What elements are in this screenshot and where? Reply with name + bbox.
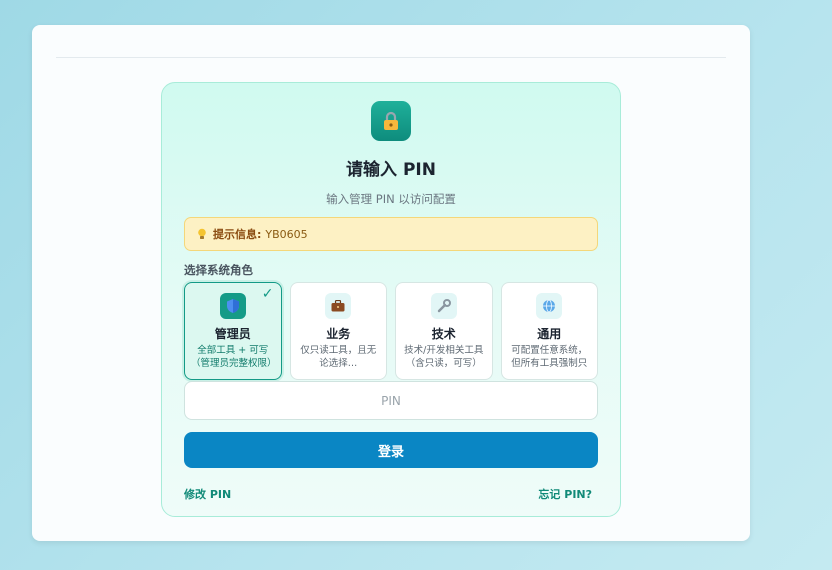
- wrench-icon: [430, 293, 457, 319]
- globe-icon: [536, 293, 563, 319]
- role-desc: 可配置任意系统，但所有工具强制只读: [511, 345, 588, 369]
- role-name: 管理员: [214, 327, 251, 341]
- role-desc: 全部工具 + 可写（管理员完整权限）: [191, 345, 275, 369]
- login-card: 请输入 PIN 输入管理 PIN 以访问配置 提示信息: YB0605 选择系统…: [161, 82, 621, 517]
- shield-icon: [219, 293, 246, 319]
- forgot-pin-link[interactable]: 忘记 PIN?: [538, 486, 592, 502]
- header-divider: [56, 57, 726, 58]
- hint-label: 提示信息:: [213, 228, 262, 241]
- role-section-label: 选择系统角色: [184, 263, 253, 277]
- hint-banner: 提示信息: YB0605: [184, 217, 598, 251]
- role-option-admin[interactable]: ✓ 管理员 全部工具 + 可写（管理员完整权限）: [184, 282, 282, 380]
- check-icon: ✓: [261, 286, 274, 302]
- login-button[interactable]: 登录: [184, 432, 598, 468]
- role-selector: ✓ 管理员 全部工具 + 可写（管理员完整权限） 业务 仅只读工具，且无论选择…: [184, 282, 598, 380]
- role-desc: 技术/开发相关工具（含只读，可写）: [404, 345, 484, 369]
- role-desc: 仅只读工具，且无论选择…: [300, 345, 377, 369]
- role-option-tech[interactable]: 技术 技术/开发相关工具（含只读，可写）: [395, 282, 493, 380]
- role-option-business[interactable]: 业务 仅只读工具，且无论选择…: [289, 282, 387, 380]
- role-name: 业务: [326, 327, 351, 341]
- briefcase-icon: [325, 293, 352, 319]
- page-subtitle: 输入管理 PIN 以访问配置: [326, 192, 456, 206]
- change-pin-link[interactable]: 修改 PIN: [184, 486, 231, 502]
- lightbulb-icon: [197, 228, 207, 240]
- page-title: 请输入 PIN: [346, 160, 436, 180]
- pin-input[interactable]: [184, 381, 598, 420]
- hint-value: YB0605: [265, 227, 308, 241]
- role-option-general[interactable]: 通用 可配置任意系统，但所有工具强制只读: [500, 282, 598, 380]
- role-name: 技术: [431, 327, 456, 341]
- lock-icon: [371, 101, 411, 141]
- role-name: 通用: [537, 327, 562, 341]
